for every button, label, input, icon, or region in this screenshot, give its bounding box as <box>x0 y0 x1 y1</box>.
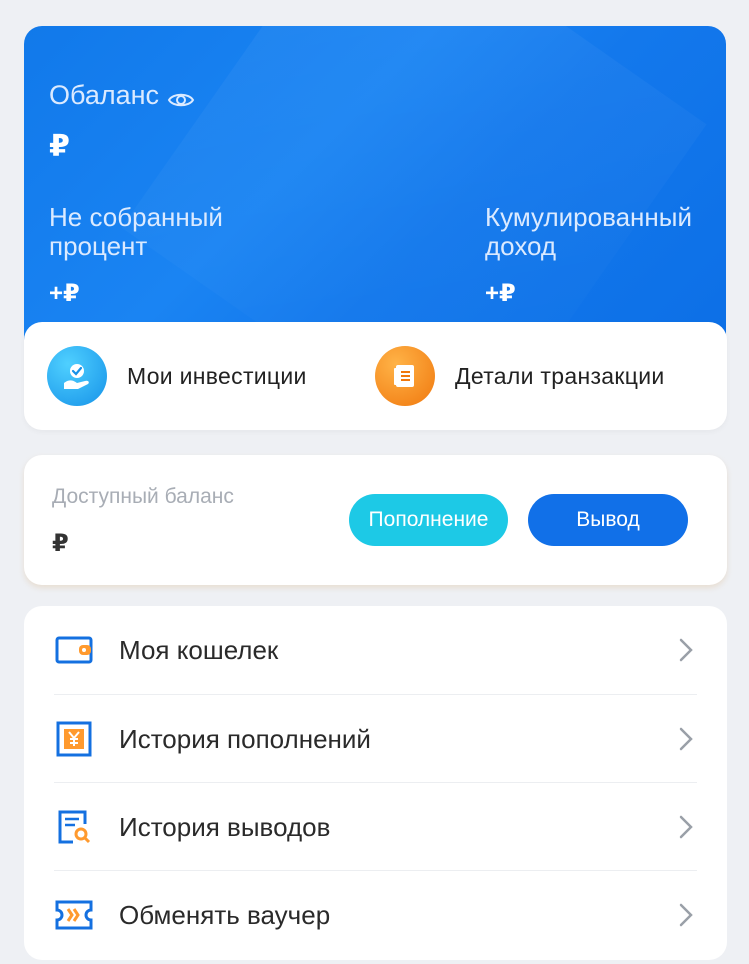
balance-title: Обаланс <box>49 80 160 110</box>
available-balance-card: Доступный баланс ₽ Пополнение Вывод <box>24 455 727 585</box>
withdraw-search-icon <box>54 807 94 847</box>
chevron-right-icon <box>677 901 695 929</box>
cumulative-label: Кумулированный доход <box>485 202 692 261</box>
uncollected-label: Не собранный процент <box>49 202 223 261</box>
yen-deposit-icon <box>54 719 94 759</box>
available-balance-amount: ₽ <box>52 530 69 557</box>
menu-label-wallet: Моя кошелек <box>119 634 279 665</box>
balance-title-row: Обаланс <box>49 80 195 111</box>
balance-amount: ₽ <box>49 130 70 163</box>
menu-label-exchange-voucher: Обменять ваучер <box>119 899 331 930</box>
chevron-right-icon <box>677 636 695 664</box>
transaction-details-label: Детали транзакции <box>455 362 665 389</box>
my-investments-label: Мои инвестиции <box>127 362 307 389</box>
menu-item-exchange-voucher[interactable]: Обменять ваучер <box>54 871 697 959</box>
withdraw-button[interactable]: Вывод <box>528 494 688 546</box>
menu-label-withdraw-history: История выводов <box>119 811 331 842</box>
uncollected-value: +₽ <box>49 280 80 307</box>
voucher-ticket-icon <box>54 895 94 935</box>
topup-button[interactable]: Пополнение <box>349 494 508 546</box>
quick-actions-card: Мои инвестиции Детали транзакции <box>24 322 727 430</box>
balance-card: Обаланс ₽ Не собранный процент Кумулиров… <box>24 26 726 356</box>
eye-icon[interactable] <box>167 86 195 106</box>
wallet-icon <box>54 630 94 670</box>
menu-item-withdraw-history[interactable]: История выводов <box>54 783 697 871</box>
my-investments-button[interactable]: Мои инвестиции <box>47 346 307 406</box>
transaction-details-button[interactable]: Детали транзакции <box>375 346 665 406</box>
available-balance-label: Доступный баланс <box>52 485 234 508</box>
chevron-right-icon <box>677 813 695 841</box>
chevron-right-icon <box>677 725 695 753</box>
menu-item-deposit-history[interactable]: История пополнений <box>54 695 697 783</box>
menu-item-wallet[interactable]: Моя кошелек <box>54 606 697 694</box>
document-list-icon <box>375 346 435 406</box>
investment-hand-icon <box>47 346 107 406</box>
wallet-page: Обаланс ₽ Не собранный процент Кумулиров… <box>0 0 749 964</box>
menu-card: Моя кошелек История пополнений История в… <box>24 606 727 960</box>
card-sheen <box>121 26 707 356</box>
cumulative-value: +₽ <box>485 280 516 307</box>
menu-label-deposit-history: История пополнений <box>119 723 371 754</box>
